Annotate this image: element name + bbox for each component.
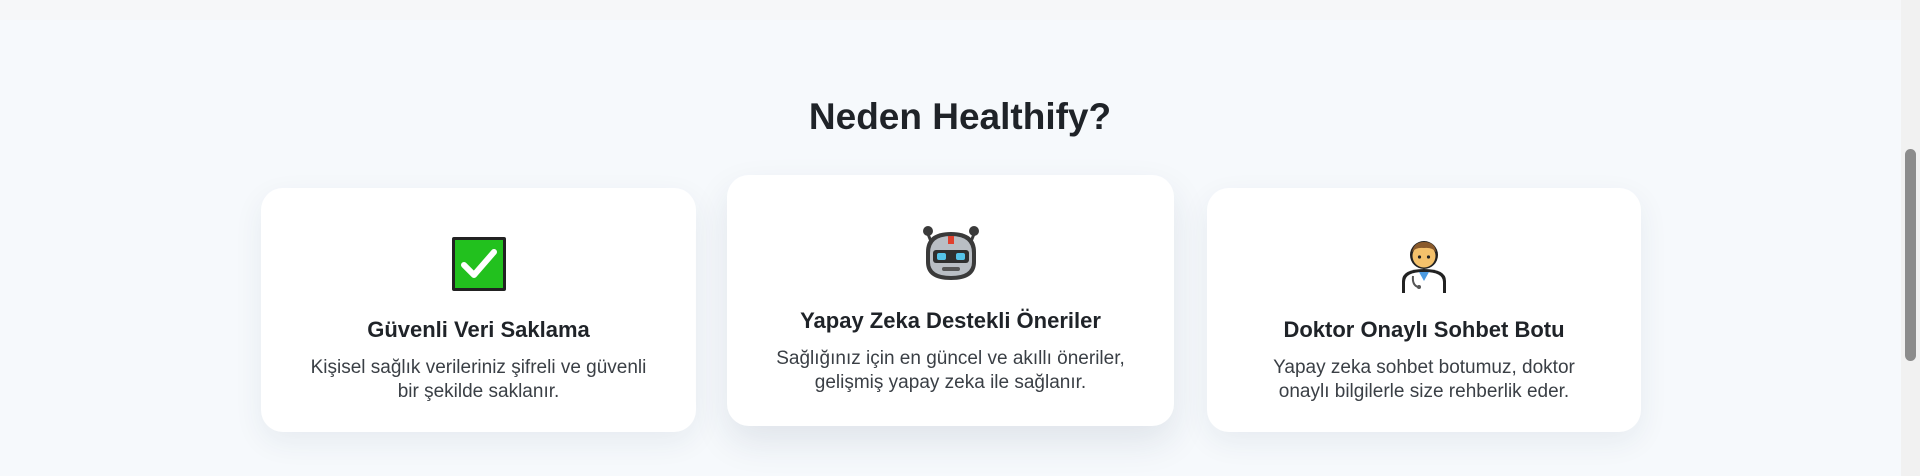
feature-title: Güvenli Veri Saklama [367,317,590,342]
feature-description-line: Yapay zeka sohbet botumuz, doktor [1273,357,1575,378]
feature-description: Kişisel sağlık verileriniz şifreli ve gü… [291,356,666,404]
scrollbar-thumb[interactable] [1905,149,1916,361]
section-title: Neden Healthify? [808,96,1112,137]
robot-icon [922,226,979,280]
feature-title: Yapay Zeka Destekli Öneriler [800,308,1101,333]
checkmark-icon [451,237,506,291]
feature-card-doctor-chatbot: Doktor Onaylı Sohbet Botu Yapay zeka soh… [1207,188,1641,432]
feature-description-line: Sağlığınız için en güncel ve akıllı öner… [776,348,1125,369]
feature-description-line: onaylı bilgilerle size rehberlik eder. [1278,381,1570,402]
feature-description: Yapay zeka sohbet botumuz, doktor onaylı… [1237,356,1611,404]
feature-description: Sağlığınız için en güncel ve akıllı öner… [757,347,1144,395]
feature-card-ai-recommendations: Yapay Zeka Destekli Öneriler Sağlığınız … [727,175,1174,426]
top-bar [0,0,1901,21]
feature-title: Doktor Onaylı Sohbet Botu [1283,317,1565,342]
feature-description-line: gelişmiş yapay zeka ile sağlanır. [814,372,1087,393]
feature-description-line: bir şekilde saklanır. [397,381,560,402]
doctor-icon [1402,241,1446,293]
feature-card-secure-storage: Güvenli Veri Saklama Kişisel sağlık veri… [261,188,696,432]
feature-description-line: Kişisel sağlık verileriniz şifreli ve gü… [310,357,647,378]
